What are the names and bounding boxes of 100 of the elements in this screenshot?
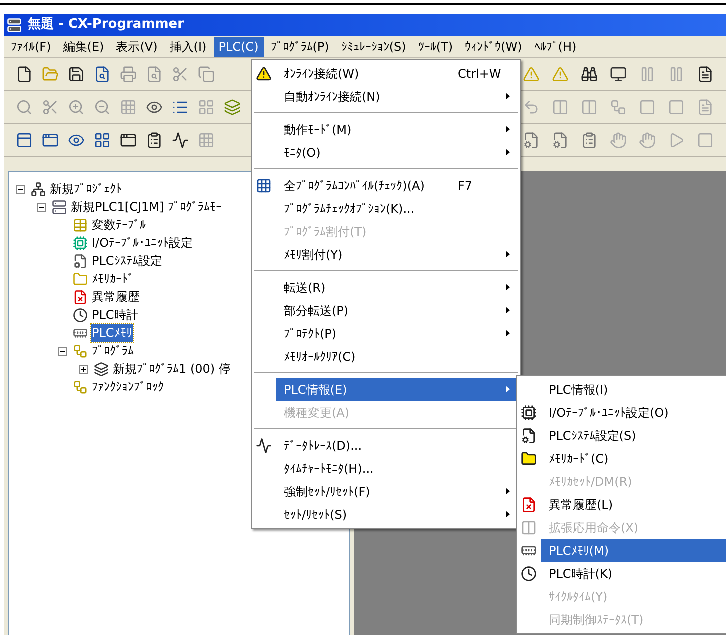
- warning-icon: [256, 66, 272, 82]
- zoom-in-icon[interactable]: [68, 98, 85, 116]
- window-icon[interactable]: [120, 132, 137, 148]
- menu-bar-item[interactable]: ｼﾐｭﾚｰｼｮﾝ(S): [336, 36, 412, 56]
- app-icon: [7, 18, 22, 32]
- print-preview-icon[interactable]: [146, 66, 163, 82]
- preview-icon[interactable]: [94, 66, 111, 82]
- io-module-icon: [521, 404, 537, 420]
- printer-icon[interactable]: [120, 66, 137, 82]
- submenu-arrow-icon: [506, 386, 510, 393]
- expand-toggle[interactable]: [16, 184, 24, 194]
- submenu-arrow-icon: [506, 488, 510, 495]
- hand-icon[interactable]: [610, 132, 627, 148]
- save-icon[interactable]: [68, 66, 85, 82]
- hand-icon[interactable]: [639, 132, 656, 148]
- grid-icon: [256, 178, 272, 194]
- copy-icon[interactable]: [198, 66, 215, 82]
- menu-item[interactable]: 動作ﾓｰﾄﾞ(M): [276, 118, 520, 141]
- expand-toggle[interactable]: [36, 202, 46, 212]
- menu-item[interactable]: PLC情報(I): [541, 378, 726, 401]
- card-icon: [521, 450, 537, 466]
- branch-icon[interactable]: [610, 98, 627, 116]
- document-icon[interactable]: [697, 66, 714, 82]
- clock-icon: [521, 566, 537, 582]
- menu-item[interactable]: ｵﾝﾗｲﾝ接続(W) Ctrl+W: [276, 62, 520, 85]
- plc-icon: [52, 200, 67, 214]
- search-icon[interactable]: [16, 98, 33, 116]
- tree-item[interactable]: 新規ﾌﾟﾛｼﾞｪｸﾄ: [49, 180, 123, 198]
- tree-item[interactable]: ﾌﾟﾛｸﾞﾗﾑ: [91, 342, 135, 360]
- menu-item[interactable]: ｾｯﾄ/ﾘｾｯﾄ(S): [276, 503, 520, 526]
- card-icon: [73, 272, 88, 286]
- menu-bar-item[interactable]: PLC(C): [214, 36, 264, 56]
- expand-toggle[interactable]: [78, 364, 88, 374]
- tree-item[interactable]: PLCﾒﾓﾘ: [91, 324, 134, 342]
- menu-item[interactable]: 部分転送(P): [276, 299, 520, 322]
- tree-item[interactable]: ﾌｧﾝｸｼｮﾝﾌﾞﾛｯｸ: [91, 378, 165, 396]
- pause-icon[interactable]: [668, 66, 685, 82]
- expand-toggle[interactable]: [58, 346, 66, 356]
- tree-item[interactable]: 変数ﾃｰﾌﾞﾙ: [91, 216, 147, 234]
- menu-item[interactable]: ﾓﾆﾀ(O): [276, 141, 520, 164]
- menu-item[interactable]: 異常履歴(L): [541, 493, 726, 516]
- tree-item[interactable]: I/Oﾃｰﾌﾞﾙ･ﾕﾆｯﾄ設定: [91, 234, 194, 252]
- menu-item[interactable]: ﾀｲﾑﾁｬｰﾄﾓﾆﾀ(H)...: [276, 457, 520, 480]
- tree-item[interactable]: PLC時計: [91, 306, 140, 324]
- menu-item[interactable]: 強制ｾｯﾄ/ﾘｾｯﾄ(F): [276, 480, 520, 503]
- tree-item[interactable]: 新規PLC1[CJ1M] ﾌﾟﾛｸﾞﾗﾑﾓｰ: [70, 198, 224, 216]
- binoculars-icon[interactable]: [581, 66, 598, 82]
- window-icon[interactable]: [42, 132, 59, 148]
- warning-icon[interactable]: [523, 66, 540, 82]
- menu-item[interactable]: ﾒﾓﾘｵｰﾙｸﾘｱ(C): [276, 345, 520, 368]
- menu-item[interactable]: ﾌﾟﾛｸﾞﾗﾑﾁｪｯｸｵﾌﾟｼｮﾝ(K)...: [276, 197, 520, 220]
- menu-item[interactable]: 全ﾌﾟﾛｸﾞﾗﾑｺﾝﾊﾟｲﾙ(ﾁｪｯｸ)(A) F7: [276, 174, 520, 197]
- menu-item[interactable]: PLCﾒﾓﾘ(M): [541, 539, 726, 562]
- menu-bar-item[interactable]: ﾂｰﾙ(T): [413, 36, 458, 56]
- grid-icon[interactable]: [198, 132, 215, 148]
- submenu-arrow-icon: [506, 93, 510, 100]
- submenu-arrow-icon: [506, 330, 510, 337]
- menu-item[interactable]: I/Oﾃｰﾌﾞﾙ･ﾕﾆｯﾄ設定(O): [541, 401, 726, 424]
- menu-bar-item[interactable]: ﾌﾟﾛｸﾞﾗﾑ(P): [266, 36, 334, 56]
- submenu-arrow-icon: [506, 251, 510, 258]
- menu-bar-item[interactable]: 挿入(I): [164, 36, 212, 56]
- menu-bar-item[interactable]: 表示(V): [111, 36, 163, 56]
- error-document-icon: [73, 290, 88, 304]
- table-icon: [73, 218, 88, 232]
- window-title: 無題 - CX-Programmer: [28, 16, 184, 34]
- menu-item[interactable]: 自動ｵﾝﾗｲﾝ接続(N): [276, 85, 520, 108]
- menu-item[interactable]: ﾒﾓﾘ割付(Y): [276, 243, 520, 266]
- tree-item[interactable]: 新規ﾌﾟﾛｸﾞﾗﾑ1 (00) 停: [112, 360, 232, 378]
- menu-bar-item[interactable]: 編集(E): [58, 36, 110, 56]
- stop-icon[interactable]: [697, 132, 714, 148]
- open-folder-icon[interactable]: [42, 66, 59, 82]
- menu-item[interactable]: ﾒﾓﾘｶｰﾄﾞ(C): [541, 447, 726, 470]
- window-icon[interactable]: [16, 132, 33, 148]
- zoom-out-icon[interactable]: [94, 98, 111, 116]
- menu-item[interactable]: ﾌﾟﾛﾃｸﾄ(P): [276, 322, 520, 345]
- submenu-arrow-icon: [506, 126, 510, 133]
- error-document-icon: [521, 496, 537, 512]
- tree-item[interactable]: 異常履歴: [91, 288, 141, 306]
- menu-bar-item[interactable]: ﾌｧｲﾙ(F): [6, 36, 56, 56]
- scissors-icon[interactable]: [42, 98, 59, 116]
- grid-icon[interactable]: [120, 98, 137, 116]
- properties-icon[interactable]: [146, 132, 163, 148]
- submenu-arrow-icon: [506, 307, 510, 314]
- menu-item[interactable]: 転送(R): [276, 276, 520, 299]
- settings-document-icon: [73, 254, 88, 268]
- window-icon[interactable]: [94, 132, 111, 148]
- chart-icon: [256, 438, 272, 454]
- menu-bar-item[interactable]: ﾍﾙﾌﾟ(H): [529, 36, 582, 56]
- play-icon[interactable]: [668, 132, 685, 148]
- tree-item[interactable]: PLCｼｽﾃﾑ設定: [91, 252, 164, 270]
- settings-document-icon: [521, 428, 537, 444]
- menu-item[interactable]: PLC時計(K): [541, 562, 726, 585]
- pause-icon[interactable]: [639, 66, 656, 82]
- submenu-arrow-icon: [506, 284, 510, 291]
- menu-item[interactable]: PLCｼｽﾃﾑ設定(S): [541, 424, 726, 447]
- scissors-icon[interactable]: [172, 66, 189, 82]
- menu-bar-item[interactable]: ｳｨﾝﾄﾞｳ(W): [460, 36, 528, 56]
- new-file-icon[interactable]: [16, 66, 33, 82]
- menu-item[interactable]: ﾃﾞｰﾀﾄﾚｰｽ(D)...: [276, 434, 520, 457]
- tree-item[interactable]: ﾒﾓﾘｶｰﾄﾞ: [91, 270, 135, 288]
